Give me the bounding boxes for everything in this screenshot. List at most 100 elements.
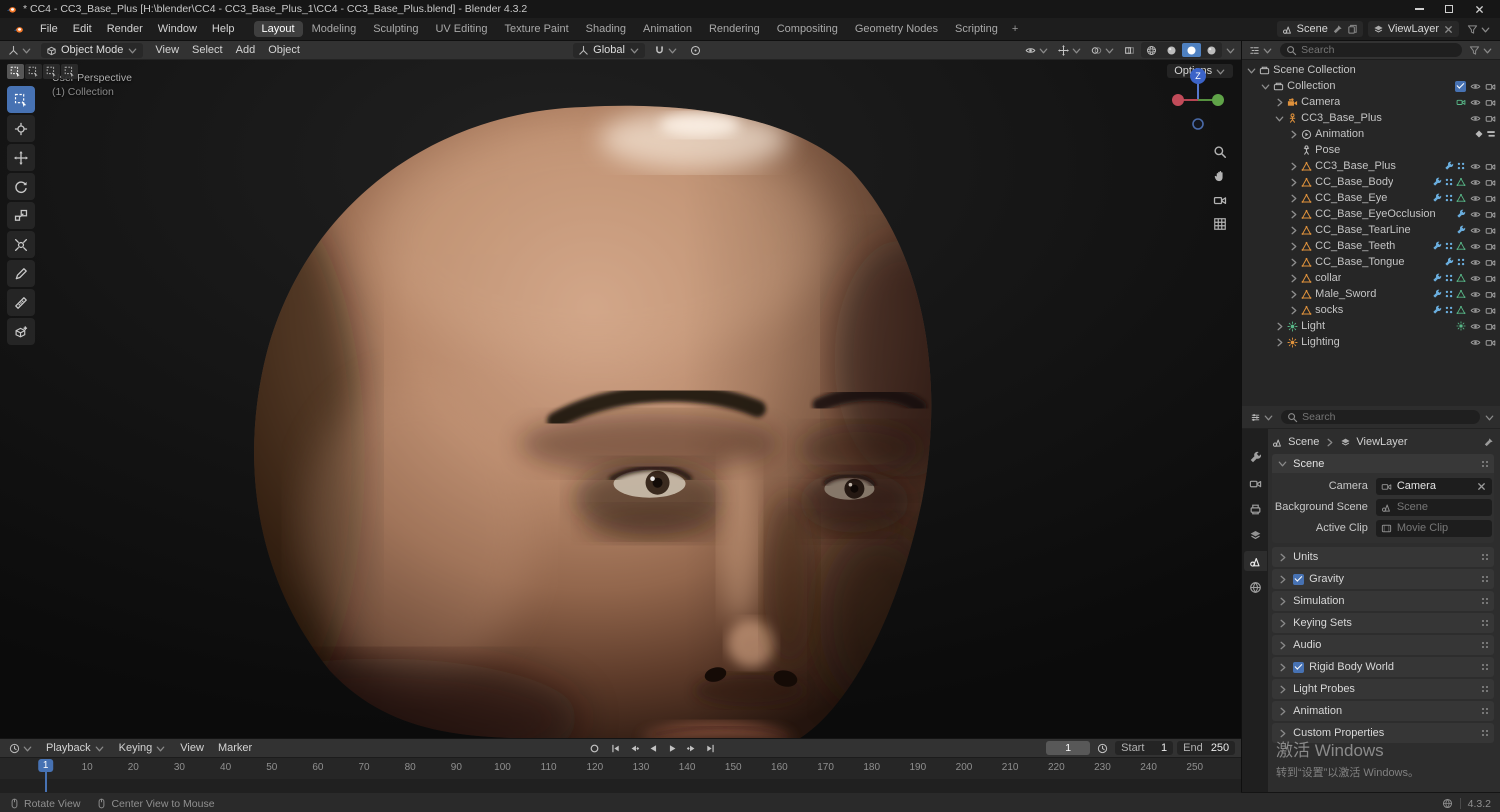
outliner-item-cc3-base-plus[interactable]: CC3_Base_Plus bbox=[1242, 110, 1500, 126]
outliner-item-pose[interactable]: Pose bbox=[1242, 142, 1500, 158]
rendered-model-head[interactable] bbox=[0, 59, 1242, 738]
disable-in-render-toggle[interactable] bbox=[1485, 193, 1496, 204]
outliner-item-animation[interactable]: Animation bbox=[1242, 126, 1500, 142]
hide-in-viewport-toggle[interactable] bbox=[1470, 241, 1481, 252]
expand-arrow[interactable] bbox=[1288, 129, 1298, 140]
disable-in-render-toggle[interactable] bbox=[1485, 273, 1496, 284]
transform-orientation-selector[interactable]: Global bbox=[573, 42, 645, 58]
properties-tab-world[interactable] bbox=[1244, 577, 1267, 597]
frame-start-field[interactable]: Start 1 bbox=[1115, 741, 1174, 755]
jump-end-button[interactable] bbox=[702, 741, 719, 755]
select-mode-extend[interactable] bbox=[25, 64, 42, 79]
hide-in-viewport-toggle[interactable] bbox=[1470, 193, 1481, 204]
jump-start-button[interactable] bbox=[607, 741, 624, 755]
expand-arrow[interactable] bbox=[1260, 81, 1270, 92]
drag-handle-icon[interactable] bbox=[1481, 663, 1489, 671]
properties-editor-type-button[interactable] bbox=[1247, 411, 1277, 424]
workspace-tab-geometry-nodes[interactable]: Geometry Nodes bbox=[847, 21, 946, 37]
clear-button[interactable] bbox=[1476, 481, 1487, 492]
hide-in-viewport-toggle[interactable] bbox=[1470, 97, 1481, 108]
next-keyframe-button[interactable] bbox=[683, 741, 700, 755]
menu-window[interactable]: Window bbox=[151, 21, 204, 37]
timeline-editor-type-button[interactable] bbox=[6, 742, 36, 755]
drag-handle-icon[interactable] bbox=[1481, 729, 1489, 737]
outliner-item-male-sword[interactable]: Male_Sword bbox=[1242, 286, 1500, 302]
viewport-overlays-button[interactable] bbox=[1088, 44, 1118, 57]
outliner-item-cc-base-tearline[interactable]: CC_Base_TearLine bbox=[1242, 222, 1500, 238]
expand-arrow[interactable] bbox=[1274, 321, 1284, 332]
minimize-button[interactable] bbox=[1404, 0, 1434, 18]
panel-checkbox[interactable] bbox=[1293, 573, 1305, 585]
shading-wireframe[interactable] bbox=[1142, 43, 1161, 57]
pan-hand-icon[interactable] bbox=[1213, 169, 1227, 183]
select-mode-intersect[interactable] bbox=[61, 64, 78, 79]
expand-arrow[interactable] bbox=[1288, 193, 1298, 204]
drag-handle-icon[interactable] bbox=[1481, 707, 1489, 715]
expand-arrow[interactable] bbox=[1288, 177, 1298, 188]
hide-in-viewport-toggle[interactable] bbox=[1470, 337, 1481, 348]
workspace-tab-scripting[interactable]: Scripting bbox=[947, 21, 1006, 37]
viewport-show-hide-button[interactable] bbox=[1022, 44, 1052, 57]
tool-annotate[interactable] bbox=[7, 260, 35, 287]
zoom-icon[interactable] bbox=[1213, 145, 1227, 159]
camera-view-icon[interactable] bbox=[1213, 193, 1227, 207]
drag-handle-icon[interactable] bbox=[1481, 553, 1489, 561]
viewport-menu-object[interactable]: Object bbox=[262, 43, 306, 57]
timeline-ruler[interactable]: 10 20 30 40 50 60 70 80 90 100 110 120 130 140 150 160 1… bbox=[0, 757, 1242, 779]
add-workspace-button[interactable]: + bbox=[1007, 21, 1023, 37]
expand-arrow[interactable] bbox=[1274, 97, 1284, 108]
properties-tab-output[interactable] bbox=[1244, 499, 1267, 519]
prev-keyframe-button[interactable] bbox=[626, 741, 643, 755]
proportional-editing-button[interactable] bbox=[687, 44, 704, 57]
viewport-menu-select[interactable]: Select bbox=[186, 43, 229, 57]
hide-in-viewport-toggle[interactable] bbox=[1470, 225, 1481, 236]
disable-in-render-toggle[interactable] bbox=[1485, 209, 1496, 220]
tool-add-cube[interactable] bbox=[7, 318, 35, 345]
breadcrumb-scene[interactable]: Scene bbox=[1288, 436, 1319, 448]
expand-arrow[interactable] bbox=[1288, 241, 1298, 252]
properties-tab-view-layer[interactable] bbox=[1244, 525, 1267, 545]
outliner-item-scene-collection[interactable]: Scene Collection bbox=[1242, 62, 1500, 78]
panel-light-probes[interactable]: Light Probes bbox=[1272, 679, 1494, 699]
timeline-track-area[interactable] bbox=[0, 779, 1242, 793]
panel-checkbox[interactable] bbox=[1293, 661, 1305, 673]
play-button[interactable] bbox=[664, 741, 681, 755]
view-layer-filter-button[interactable] bbox=[1464, 23, 1494, 36]
shading-solid[interactable] bbox=[1162, 43, 1181, 57]
disable-in-render-toggle[interactable] bbox=[1485, 81, 1496, 92]
tool-select-box[interactable] bbox=[7, 86, 35, 113]
close-button[interactable] bbox=[1464, 0, 1494, 18]
panel-custom-properties[interactable]: Custom Properties bbox=[1272, 723, 1494, 743]
drag-handle-icon[interactable] bbox=[1481, 685, 1489, 693]
disable-in-render-toggle[interactable] bbox=[1485, 113, 1496, 124]
maximize-button[interactable] bbox=[1434, 0, 1464, 18]
tool-cursor[interactable] bbox=[7, 115, 35, 142]
field-input-camera[interactable]: Camera bbox=[1375, 477, 1492, 495]
properties-search-input[interactable] bbox=[1302, 411, 1474, 423]
expand-arrow[interactable] bbox=[1288, 225, 1298, 236]
outliner-item-cc-base-tongue[interactable]: CC_Base_Tongue bbox=[1242, 254, 1500, 270]
timeline-menu-keying[interactable]: Keying bbox=[113, 741, 173, 755]
outliner-item-cc-base-eyeocclusion[interactable]: CC_Base_EyeOcclusion bbox=[1242, 206, 1500, 222]
panel-simulation[interactable]: Simulation bbox=[1272, 591, 1494, 611]
expand-arrow[interactable] bbox=[1288, 209, 1298, 220]
outliner-item-cc-base-eye[interactable]: CC_Base_Eye bbox=[1242, 190, 1500, 206]
drag-handle-icon[interactable] bbox=[1481, 641, 1489, 649]
navigation-gizmo[interactable]: Z bbox=[1166, 68, 1230, 132]
outliner-item-cc-base-body[interactable]: CC_Base_Body bbox=[1242, 174, 1500, 190]
properties-tab-scene[interactable] bbox=[1243, 551, 1267, 571]
outliner-item-collection[interactable]: Collection bbox=[1242, 78, 1500, 94]
snapping-button[interactable] bbox=[651, 44, 681, 57]
hide-in-viewport-toggle[interactable] bbox=[1470, 209, 1481, 220]
outliner-item-socks[interactable]: socks bbox=[1242, 302, 1500, 318]
outliner-editor-type-button[interactable] bbox=[1246, 44, 1276, 57]
drag-handle-icon[interactable] bbox=[1481, 619, 1489, 627]
field-input-background-scene[interactable]: Scene bbox=[1375, 498, 1492, 516]
timeline-menu-marker[interactable]: Marker bbox=[212, 741, 258, 755]
hide-in-viewport-toggle[interactable] bbox=[1470, 257, 1481, 268]
disable-in-render-toggle[interactable] bbox=[1485, 161, 1496, 172]
menu-file[interactable]: File bbox=[33, 21, 65, 37]
hide-in-viewport-toggle[interactable] bbox=[1470, 113, 1481, 124]
frame-end-field[interactable]: End 250 bbox=[1177, 741, 1236, 755]
timeline-menu-view[interactable]: View bbox=[174, 741, 210, 755]
